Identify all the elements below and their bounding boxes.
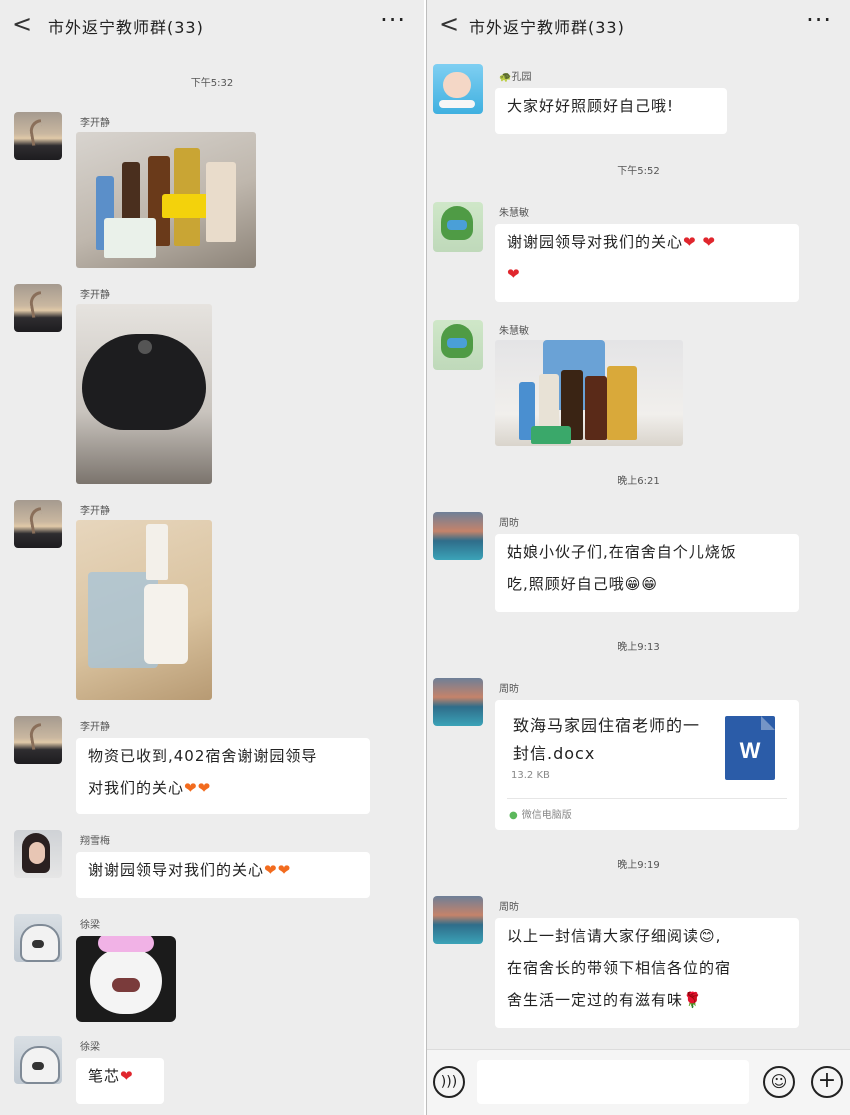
message-text: 以上一封信请大家仔细阅读😊, <box>507 927 722 945</box>
file-size: 13.2 KB <box>511 770 550 781</box>
chat-header: < 市外返宁教师群(33) ··· <box>427 0 850 50</box>
chat-title: 市外返宁教师群(33) <box>469 18 625 37</box>
photo-message[interactable] <box>76 132 256 268</box>
timestamp: 下午5:52 <box>617 166 660 177</box>
wechat-icon: ● <box>509 810 518 821</box>
text-bubble[interactable]: 大家好好照顾好自己哦! <box>495 88 727 134</box>
sender-name: 周昉 <box>499 518 519 529</box>
text-bubble[interactable]: 以上一封信请大家仔细阅读😊, 在宿舍长的带领下相信各位的宿 舍生活一定过的有滋有… <box>495 918 799 1028</box>
message-text: 大家好好照顾好自己哦! <box>507 97 675 115</box>
file-source: ● 微信电脑版 <box>509 810 572 821</box>
photo-message[interactable] <box>76 520 212 700</box>
sender-name: 徐梁 <box>80 1042 100 1053</box>
sender-name: 徐梁 <box>80 920 100 931</box>
sender-name: 🐢孔园 <box>499 72 532 83</box>
right-chat-panel: < 市外返宁教师群(33) ··· 🐢孔园 大家好好照顾好自己哦! 下午5:52… <box>426 0 850 1115</box>
text-bubble[interactable]: 谢谢园领导对我们的关心❤ ❤ ❤ <box>495 224 799 302</box>
message-text-line: 笔芯❤ <box>88 1067 134 1085</box>
word-file-icon: W <box>725 716 775 780</box>
emoji-icon[interactable]: ☺ <box>763 1066 795 1098</box>
message-text-line2: 对我们的关心❤❤ <box>88 779 212 797</box>
left-chat-panel: < 市外返宁教师群(33) ··· 下午5:32 李开静 李开静 李开静 李开静… <box>0 0 424 1115</box>
heart-icon: ❤❤ <box>264 861 292 879</box>
avatar[interactable] <box>14 1036 62 1084</box>
chat-header: < 市外返宁教师群(33) ··· <box>0 0 424 50</box>
text-bubble[interactable]: 物资已收到,402宿舍谢谢园领导 对我们的关心❤❤ <box>76 738 370 814</box>
avatar[interactable] <box>433 320 483 370</box>
sender-name: 李开静 <box>80 506 110 517</box>
back-icon[interactable]: < <box>439 10 459 38</box>
chat-title: 市外返宁教师群(33) <box>48 18 204 37</box>
avatar[interactable] <box>433 202 483 252</box>
text-bubble[interactable]: 姑娘小伙子们,在宿舍自个儿烧饭 吃,照顾好自己哦😁😁 <box>495 534 799 612</box>
avatar[interactable] <box>14 716 62 764</box>
avatar[interactable] <box>14 830 62 878</box>
avatar[interactable] <box>433 64 483 114</box>
timestamp: 晚上6:21 <box>617 476 660 487</box>
message-text-line3: 舍生活一定过的有滋有味🌹 <box>507 991 703 1009</box>
sender-name: 朱慧敏 <box>499 326 529 337</box>
sender-name: 朱慧敏 <box>499 208 529 219</box>
more-icon[interactable]: ··· <box>806 6 832 34</box>
avatar[interactable] <box>14 284 62 332</box>
sticker-message[interactable] <box>76 936 176 1022</box>
sender-name: 李开静 <box>80 722 110 733</box>
message-text: 物资已收到,402宿舍谢谢园领导 <box>88 747 318 765</box>
file-name: 致海马家园住宿老师的一封信.docx <box>513 716 701 763</box>
avatar[interactable] <box>433 678 483 726</box>
message-text-line2: 吃,照顾好自己哦😁😁 <box>507 575 659 593</box>
heart-icon: ❤ <box>120 1067 134 1085</box>
avatar[interactable] <box>14 914 62 962</box>
sender-name: 周昉 <box>499 902 519 913</box>
heart-icon: ❤ <box>507 265 521 283</box>
more-icon[interactable]: ··· <box>380 6 406 34</box>
back-icon[interactable]: < <box>12 10 32 38</box>
plus-icon[interactable]: + <box>811 1066 843 1098</box>
input-bar: ))) ☺ + <box>427 1049 850 1115</box>
avatar[interactable] <box>14 112 62 160</box>
avatar[interactable] <box>433 512 483 560</box>
voice-icon[interactable]: ))) <box>433 1066 465 1098</box>
timestamp: 下午5:32 <box>190 78 234 89</box>
message-input[interactable] <box>477 1060 749 1104</box>
timestamp: 晚上9:13 <box>617 642 660 653</box>
message-text-line2: ❤ <box>507 258 787 290</box>
avatar[interactable] <box>14 500 62 548</box>
heart-icon: ❤❤ <box>184 779 212 797</box>
message-text-line: 谢谢园领导对我们的关心❤ ❤ <box>507 233 716 251</box>
avatar[interactable] <box>433 896 483 944</box>
message-text-line2: 在宿舍长的带领下相信各位的宿 <box>507 959 732 977</box>
sender-name: 李开静 <box>80 118 110 129</box>
photo-message[interactable] <box>76 304 212 484</box>
file-message-card[interactable]: 致海马家园住宿老师的一封信.docx 13.2 KB W ● 微信电脑版 <box>495 700 799 830</box>
sender-name: 李开静 <box>80 290 110 301</box>
timestamp: 晚上9:19 <box>617 860 660 871</box>
photo-message[interactable] <box>495 340 683 446</box>
text-bubble[interactable]: 笔芯❤ <box>76 1058 164 1104</box>
sender-name: 周昉 <box>499 684 519 695</box>
text-bubble[interactable]: 谢谢园领导对我们的关心❤❤ <box>76 852 370 898</box>
sender-name: 翔雪梅 <box>80 836 110 847</box>
heart-icon: ❤ ❤ <box>683 233 716 251</box>
message-text-line: 谢谢园领导对我们的关心❤❤ <box>88 861 292 879</box>
message-text: 姑娘小伙子们,在宿舍自个儿烧饭 <box>507 543 737 561</box>
divider <box>507 798 787 799</box>
